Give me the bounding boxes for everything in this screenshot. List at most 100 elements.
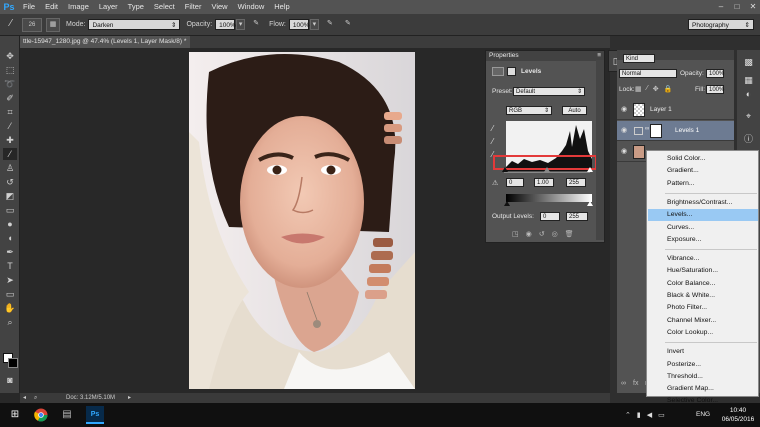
menu-select[interactable]: Select xyxy=(149,0,180,14)
maximize-icon[interactable]: □ xyxy=(732,2,742,12)
healing-brush-tool-icon[interactable]: ✚ xyxy=(3,134,17,146)
input-gamma-field[interactable]: 1.00 xyxy=(534,178,554,187)
hand-tool-icon[interactable]: ✋ xyxy=(3,302,17,314)
info-panel-icon[interactable]: ⓘ xyxy=(742,133,755,146)
brush-panel-icon[interactable]: ▦ xyxy=(46,17,60,32)
opacity-input[interactable]: 100% xyxy=(215,19,236,30)
brush-tool-icon[interactable]: ⁄ xyxy=(3,148,17,160)
menu-item-color-balance[interactable]: Color Balance... xyxy=(648,278,758,290)
menu-type[interactable]: Type xyxy=(123,0,149,14)
layer-row-selected[interactable]: ◉ ∞ Levels 1 xyxy=(617,121,734,141)
reset-icon[interactable]: ↺ xyxy=(539,230,545,240)
link-layers-icon[interactable]: ∞ xyxy=(621,380,626,388)
zoom-tool-icon[interactable]: ⌕ xyxy=(3,316,17,328)
filter-kind-select[interactable]: Kind xyxy=(623,54,655,63)
menu-help[interactable]: Help xyxy=(269,0,294,14)
marquee-tool-icon[interactable]: ⬚ xyxy=(3,64,17,76)
network-icon[interactable]: ▮ xyxy=(637,411,641,419)
gamma-handle[interactable] xyxy=(544,167,550,172)
pressure-opacity-icon[interactable]: ✎ xyxy=(249,18,263,32)
menu-item-channel-mixer[interactable]: Channel Mixer... xyxy=(648,315,758,327)
output-black-field[interactable]: 0 xyxy=(540,212,560,221)
menu-item-solid-color[interactable]: Solid Color... xyxy=(648,153,758,165)
link-icon[interactable]: ∞ xyxy=(645,126,649,136)
windows-start-icon[interactable]: ⊞ xyxy=(6,406,24,424)
input-white-field[interactable]: 255 xyxy=(566,178,586,187)
shape-tool-icon[interactable]: ▭ xyxy=(3,288,17,300)
gradient-tool-icon[interactable]: ▭ xyxy=(3,204,17,216)
menu-item-gradient[interactable]: Gradient... xyxy=(648,165,758,177)
volume-icon[interactable]: ◀ xyxy=(647,411,652,419)
lock-all-icon[interactable]: 🔒 xyxy=(664,85,673,93)
quick-select-tool-icon[interactable]: ✐ xyxy=(3,92,17,104)
menu-item-curves[interactable]: Curves... xyxy=(648,222,758,234)
quick-mask-icon[interactable]: ◙ xyxy=(3,374,17,386)
fill-field[interactable]: 100% xyxy=(706,85,724,94)
menu-item-gradient-map[interactable]: Gradient Map... xyxy=(648,383,758,395)
visibility-icon[interactable]: ◎ xyxy=(552,230,558,240)
menu-filter[interactable]: Filter xyxy=(180,0,207,14)
flow-dropdown-icon[interactable]: ▾ xyxy=(309,19,319,30)
eraser-tool-icon[interactable]: ◩ xyxy=(3,190,17,202)
fx-icon[interactable]: fx xyxy=(633,380,638,388)
blend-mode-select[interactable]: Normal xyxy=(619,69,677,78)
output-black-handle[interactable] xyxy=(504,201,510,206)
menu-item-posterize[interactable]: Posterize... xyxy=(648,359,758,371)
menu-item-levels[interactable]: Levels... xyxy=(648,209,758,222)
move-tool-icon[interactable]: ✥ xyxy=(3,50,17,62)
path-select-tool-icon[interactable]: ➤ xyxy=(3,274,17,286)
swatches-panel-icon[interactable]: ▦ xyxy=(742,74,755,87)
menu-item-pattern[interactable]: Pattern... xyxy=(648,178,758,190)
input-black-field[interactable]: 0 xyxy=(506,178,524,187)
paths-panel-icon[interactable]: ⌖ xyxy=(742,110,755,123)
photoshop-task-icon[interactable]: Ps xyxy=(86,406,104,424)
background-color-swatch[interactable] xyxy=(8,358,18,368)
properties-scrollbar[interactable] xyxy=(596,60,604,240)
flow-input[interactable]: 100% xyxy=(288,19,310,30)
mode-select[interactable]: Darken ⇕ xyxy=(88,19,181,30)
opacity-dropdown-icon[interactable]: ▾ xyxy=(236,19,246,30)
view-previous-icon[interactable]: ◉ xyxy=(526,230,532,240)
history-brush-tool-icon[interactable]: ↺ xyxy=(3,176,17,188)
menu-edit[interactable]: Edit xyxy=(40,0,63,14)
clip-to-layer-icon[interactable]: ◳ xyxy=(512,230,519,240)
output-white-handle[interactable] xyxy=(587,201,593,206)
eyedropper-tool-icon[interactable]: ⁄ xyxy=(3,120,17,132)
menu-item-vibrance[interactable]: Vibrance... xyxy=(648,253,758,265)
tray-expand-icon[interactable]: ⌃ xyxy=(625,411,631,419)
menu-image[interactable]: Image xyxy=(63,0,94,14)
visibility-eye-icon[interactable]: ◉ xyxy=(621,148,630,156)
lock-image-icon[interactable]: ⁄ xyxy=(647,85,648,93)
mask-icon[interactable] xyxy=(507,67,516,76)
status-menu-icon[interactable]: ▸ xyxy=(128,393,131,403)
menu-item-black-white[interactable]: Black & White... xyxy=(648,290,758,302)
clipping-icon[interactable]: ⚠ xyxy=(492,179,500,187)
minimize-icon[interactable]: – xyxy=(716,2,726,12)
lock-transparency-icon[interactable]: ▦ xyxy=(635,85,642,93)
menu-item-color-lookup[interactable]: Color Lookup... xyxy=(648,327,758,339)
lock-position-icon[interactable]: ✥ xyxy=(653,85,659,93)
black-eyedropper-icon[interactable]: ⁄ xyxy=(492,124,501,133)
crop-tool-icon[interactable]: ⌗ xyxy=(3,106,17,118)
workspace-select[interactable]: Photography ⇕ xyxy=(688,19,754,30)
trash-icon[interactable]: 🗑 xyxy=(565,230,574,240)
airbrush-icon[interactable]: ✎ xyxy=(323,18,337,32)
output-white-field[interactable]: 255 xyxy=(566,212,588,221)
close-icon[interactable]: ✕ xyxy=(748,2,758,12)
layer-opacity-field[interactable]: 100% xyxy=(706,69,724,78)
menu-view[interactable]: View xyxy=(206,0,232,14)
preset-select[interactable]: Default ⇕ xyxy=(513,87,585,96)
pressure-size-icon[interactable]: ✎ xyxy=(341,18,355,32)
menu-item-brightness-contrast[interactable]: Brightness/Contrast... xyxy=(648,197,758,209)
brush-size-picker[interactable]: 26 xyxy=(22,17,42,32)
dodge-tool-icon[interactable]: ◖ xyxy=(3,232,17,244)
document-tab[interactable]: ttle-15947_1280.jpg @ 47.4% (Levels 1, L… xyxy=(20,36,190,48)
visibility-eye-icon[interactable]: ◉ xyxy=(621,127,630,135)
file-explorer-icon[interactable]: ▤ xyxy=(58,406,76,424)
color-panel-icon[interactable]: ▩ xyxy=(742,56,755,69)
taskbar-clock[interactable]: 10:40 06/05/2016 xyxy=(720,406,756,424)
adjustments-panel-icon[interactable]: ◐ xyxy=(742,88,755,101)
black-point-handle[interactable] xyxy=(502,167,508,172)
lasso-tool-icon[interactable]: ➰ xyxy=(3,78,17,90)
gray-eyedropper-icon[interactable]: ⁄ xyxy=(492,137,501,146)
